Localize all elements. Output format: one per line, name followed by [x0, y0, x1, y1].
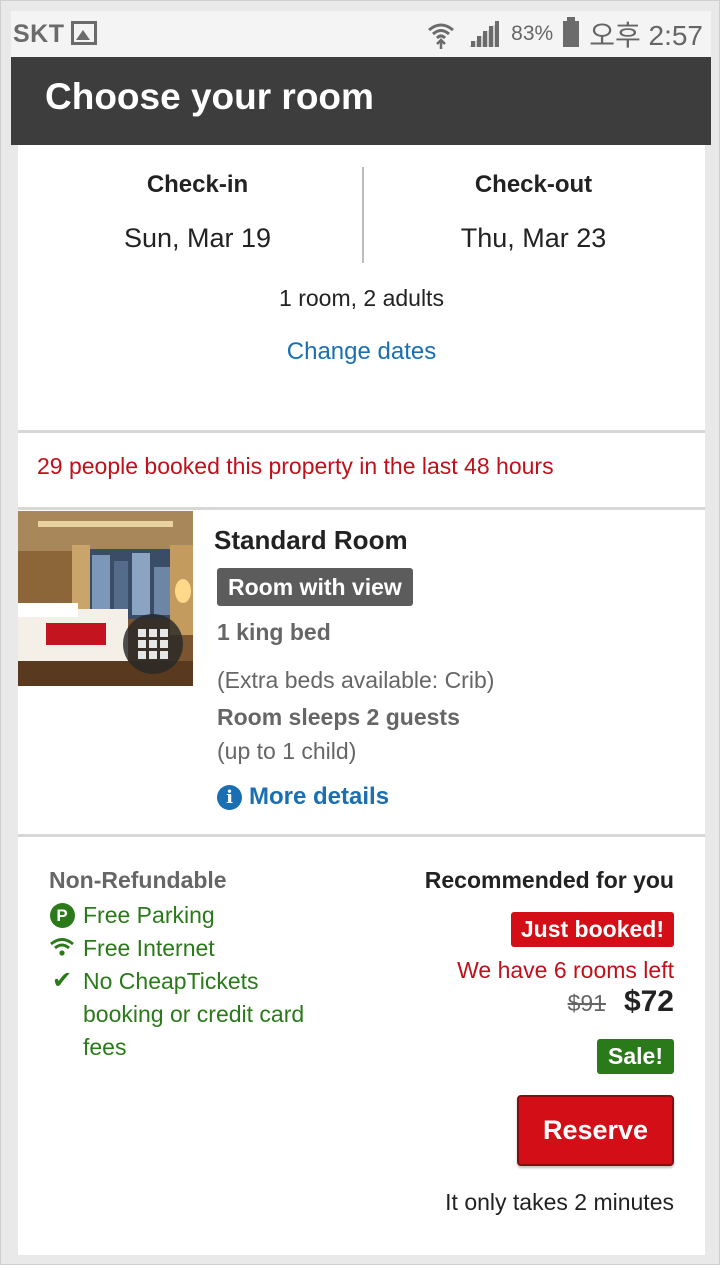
wifi-icon — [50, 938, 74, 956]
carrier-label: SKT — [13, 20, 65, 48]
battery-percent: 83% — [511, 22, 554, 45]
price-block: $91 $72 — [568, 985, 674, 1019]
amenity-label: No CheapTickets booking or credit card f… — [83, 968, 305, 1060]
room-name: Standard Room — [214, 525, 408, 555]
status-bar: SKT 83% 오후 2:57 — [11, 11, 711, 57]
info-icon: i — [217, 784, 242, 810]
booking-activity-message: 29 people booked this property in the la… — [37, 453, 554, 479]
status-right: 83% 오후 2:57 — [425, 17, 703, 51]
signal-icon — [469, 21, 500, 47]
page-title: Choose your room — [45, 76, 374, 117]
bed-type: 1 king bed — [217, 619, 331, 645]
rooms-left-notice: We have 6 rooms left — [457, 957, 674, 983]
amenity-label: Free Internet — [83, 935, 215, 961]
wifi-status-icon — [428, 23, 455, 49]
section-divider — [18, 430, 705, 433]
screen: SKT 83% 오후 2:57 Choose your room Check-i… — [0, 0, 720, 1265]
checkin-date: Sun, Mar 19 — [123, 223, 272, 253]
cancellation-policy: Non-Refundable — [49, 867, 227, 893]
battery-icon — [563, 17, 580, 47]
amenity-item: Free Internet — [49, 932, 215, 965]
child-capacity: (up to 1 child) — [217, 738, 357, 764]
amenity-item: P Free Parking — [49, 899, 215, 932]
check-icon: ✔ — [51, 967, 73, 994]
rate-option: Non-Refundable P Free Parking Free Inter… — [18, 837, 705, 1255]
extra-beds: (Extra beds available: Crib) — [217, 667, 495, 693]
room-card: Standard Room Room with view 1 king bed … — [18, 511, 705, 835]
room-photo[interactable] — [18, 511, 193, 686]
reserve-note: It only takes 2 minutes — [445, 1189, 674, 1215]
room-capacity: Room sleeps 2 guests — [217, 704, 460, 730]
parking-icon: P — [49, 903, 75, 928]
photo-gallery-icon[interactable] — [123, 614, 183, 674]
original-price: $91 — [567, 990, 606, 1016]
checkout-date: Thu, Mar 23 — [460, 223, 607, 253]
more-details-link[interactable]: i More details — [217, 783, 389, 811]
sale-price: $72 — [623, 985, 674, 1018]
checkin-block[interactable]: Check-in Sun, Mar 19 — [26, 171, 369, 254]
recommended-label: Recommended for you — [424, 867, 674, 893]
app-header: Choose your room — [11, 57, 711, 145]
change-dates-link[interactable]: Change dates — [18, 338, 705, 366]
checkout-block[interactable]: Check-out Thu, Mar 23 — [362, 171, 705, 254]
stay-summary: Check-in Sun, Mar 19 Check-out Thu, Mar … — [18, 145, 705, 430]
clock: 오후 2:57 — [589, 20, 703, 51]
guests-summary: 1 room, 2 adults — [279, 285, 444, 311]
amenity-item: ✔ No CheapTickets booking or credit card… — [49, 965, 349, 1064]
more-details-label: More details — [249, 783, 390, 810]
section-divider — [18, 507, 705, 510]
amenity-label: Free Parking — [83, 902, 215, 928]
reserve-button[interactable]: Reserve — [517, 1095, 674, 1166]
gallery-notification-icon — [71, 21, 97, 45]
main-content: Check-in Sun, Mar 19 Check-out Thu, Mar … — [18, 145, 705, 1255]
sale-badge: Sale! — [597, 1039, 674, 1074]
just-booked-badge: Just booked! — [510, 912, 674, 947]
checkin-label: Check-in — [146, 171, 249, 198]
room-view-badge: Room with view — [217, 568, 413, 606]
checkout-label: Check-out — [474, 171, 593, 198]
